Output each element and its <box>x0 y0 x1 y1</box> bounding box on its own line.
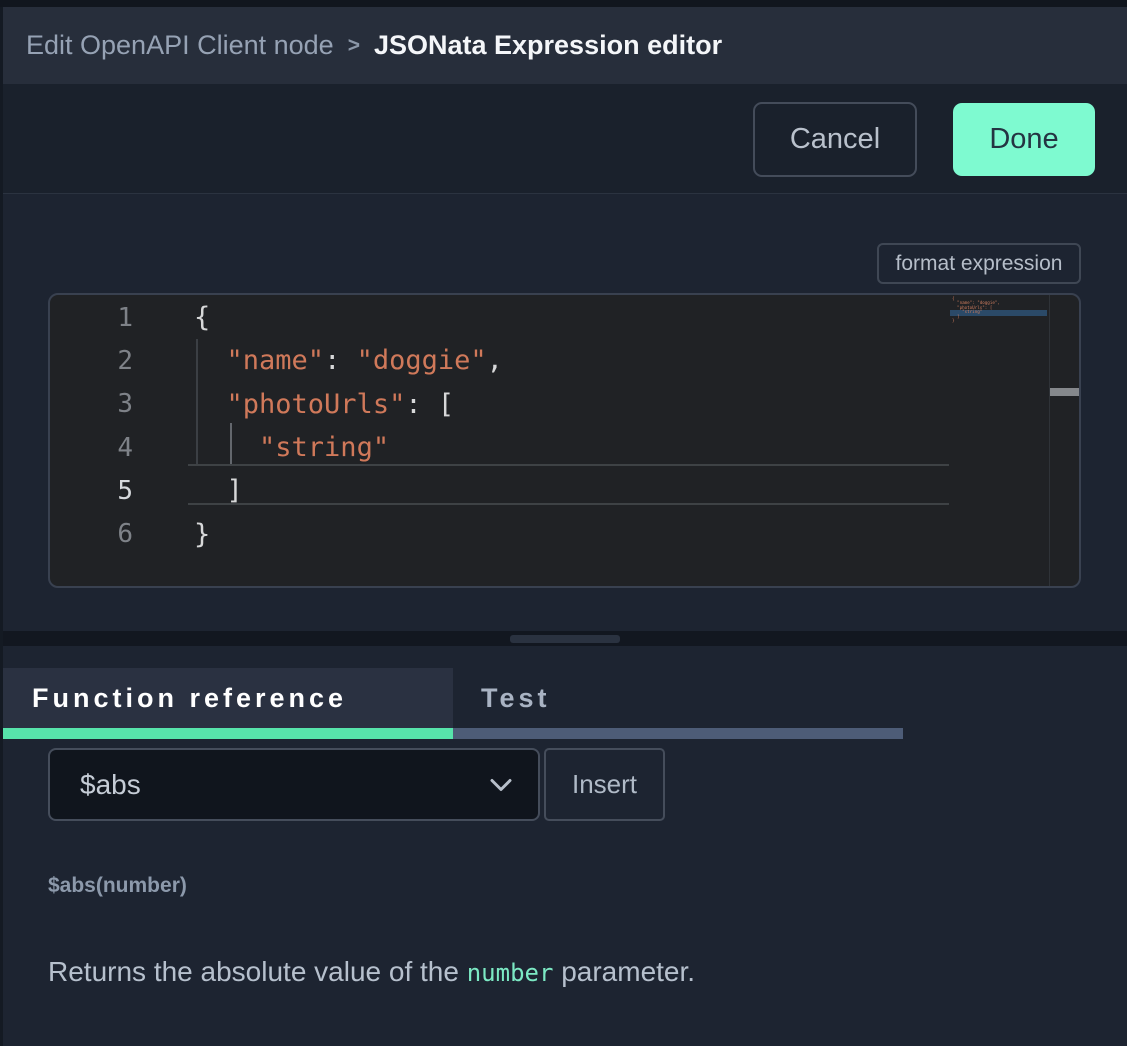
code-line-text: ] <box>133 475 243 506</box>
splitter-drag-handle[interactable] <box>510 635 620 643</box>
done-button[interactable]: Done <box>953 103 1095 176</box>
minimap[interactable]: { "name": "doggie", "photoUrls": [ "stri… <box>952 297 1048 323</box>
tab-test[interactable]: Test <box>481 668 551 728</box>
dialog-header: Edit OpenAPI Client node > JSONata Expre… <box>0 7 1127 84</box>
code-line: 2 "name": "doggie", <box>50 339 1046 382</box>
expression-editor-section: format expression 1 { 2 "name": "doggie"… <box>0 194 1127 631</box>
code-lines: 1 { 2 "name": "doggie", 3 "photoUrls": [… <box>50 296 1046 556</box>
code-line-text: "name": "doggie", <box>133 345 503 376</box>
code-line-text: } <box>133 519 210 550</box>
scrollbar-thumb[interactable] <box>1050 388 1079 396</box>
function-signature: $abs(number) <box>48 874 187 898</box>
breadcrumb-separator: > <box>348 34 360 58</box>
code-line-text: "string" <box>133 432 389 463</box>
code-editor[interactable]: 1 { 2 "name": "doggie", 3 "photoUrls": [… <box>48 293 1081 588</box>
dialog-toolbar: Cancel Done <box>0 84 1127 194</box>
line-number: 2 <box>50 346 133 376</box>
jsonata-expression-editor-dialog: Edit OpenAPI Client node > JSONata Expre… <box>0 0 1127 1046</box>
tab-test-label: Test <box>481 683 551 714</box>
code-line: 3 "photoUrls": [ <box>50 383 1046 426</box>
chevron-down-icon <box>490 778 512 792</box>
function-reference-panel: Function reference Test $abs Insert $abs… <box>0 646 1127 1046</box>
function-description: Returns the absolute value of the number… <box>48 956 695 988</box>
panel-splitter <box>0 631 1127 646</box>
minimap-divider <box>1049 295 1050 586</box>
line-number: 3 <box>50 389 133 419</box>
format-expression-button[interactable]: format expression <box>877 243 1081 284</box>
active-tab-underline <box>3 728 453 739</box>
tab-function-reference-label: Function reference <box>32 683 347 714</box>
cancel-button[interactable]: Cancel <box>753 102 917 177</box>
code-line: 4 "string" <box>50 426 1046 469</box>
function-select-dropdown[interactable]: $abs <box>48 748 540 821</box>
code-line-text: { <box>133 302 210 333</box>
description-parameter-code: number <box>467 959 554 987</box>
line-number-active: 5 <box>50 476 133 506</box>
line-number: 6 <box>50 519 133 549</box>
function-select-value: $abs <box>80 769 490 801</box>
code-line: 5 ] <box>50 469 1046 512</box>
insert-button[interactable]: Insert <box>544 748 665 821</box>
code-line: 1 { <box>50 296 1046 339</box>
code-line: 6 } <box>50 512 1046 555</box>
line-number: 1 <box>50 303 133 333</box>
breadcrumb-parent-link[interactable]: Edit OpenAPI Client node <box>26 30 334 61</box>
tabbar-underline <box>453 728 903 739</box>
code-line-text: "photoUrls": [ <box>133 389 454 420</box>
window-top-edge <box>0 0 1127 7</box>
line-number: 4 <box>50 433 133 463</box>
page-title: JSONata Expression editor <box>374 30 722 61</box>
window-left-edge <box>0 7 3 1046</box>
tab-function-reference[interactable]: Function reference <box>3 668 453 728</box>
description-prefix: Returns the absolute value of the <box>48 956 467 987</box>
description-suffix: parameter. <box>553 956 695 987</box>
